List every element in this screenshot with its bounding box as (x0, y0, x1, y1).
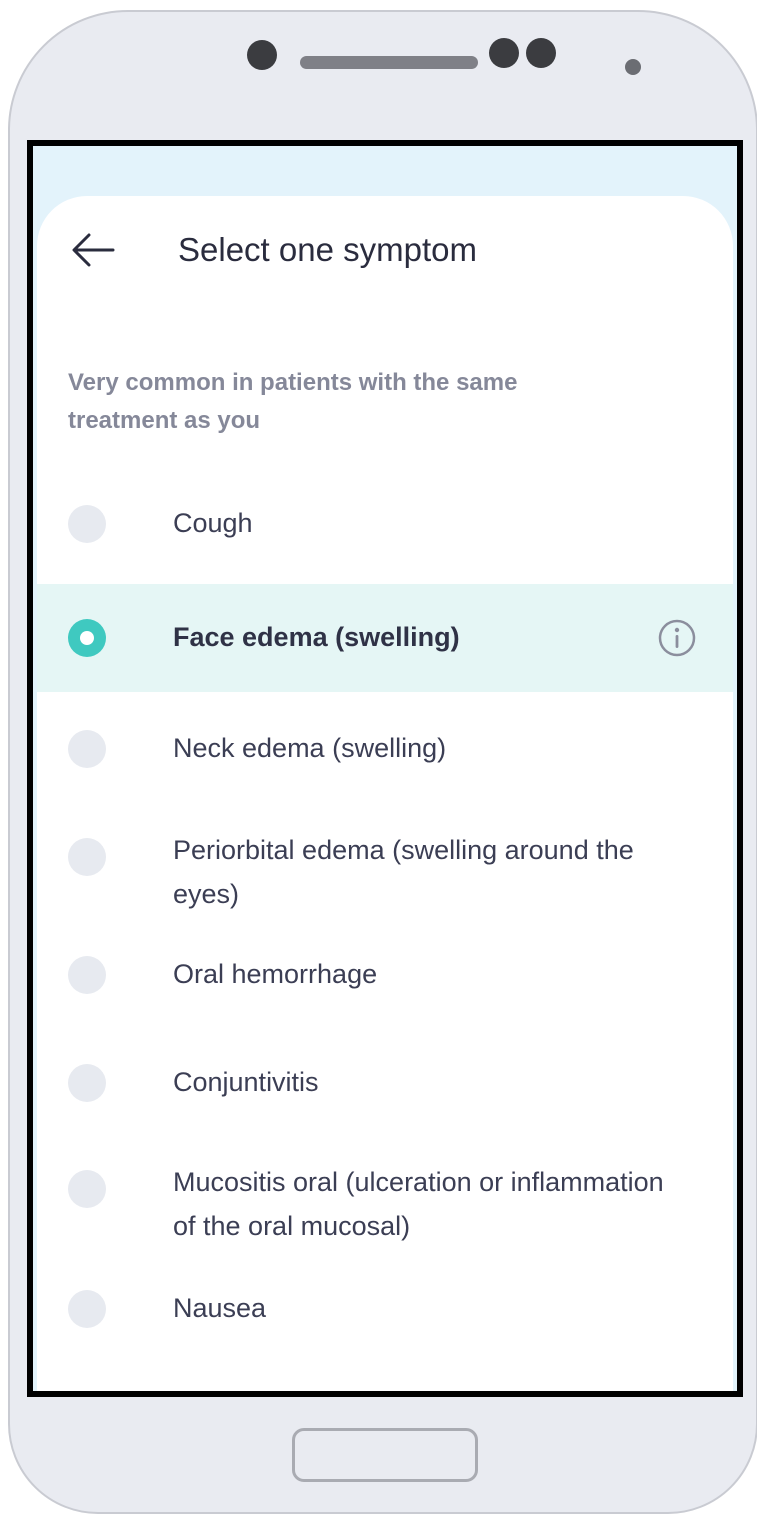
sensor-icon (489, 38, 519, 68)
option-label: Conjuntivitis (173, 1067, 319, 1097)
option-label: Oral hemorrhage (173, 959, 378, 989)
radio-button[interactable] (68, 838, 106, 876)
symptom-option-conjuntivitis[interactable]: Conjuntivitis (37, 1044, 733, 1130)
radio-button-selected[interactable] (68, 619, 106, 657)
speaker-grille (300, 56, 478, 69)
info-circle-icon[interactable] (657, 618, 697, 658)
home-button[interactable] (292, 1428, 478, 1482)
symptom-option-mucositis-oral[interactable]: Mucositis oral (ulceration or inflammati… (37, 1152, 733, 1252)
option-label: Nausea (173, 1293, 267, 1323)
header: Select one symptom (37, 196, 733, 306)
option-label: Neck edema (swelling) (173, 733, 447, 763)
option-label: Face edema (swelling) (173, 622, 460, 652)
app-screen: Select one symptom Very common in patien… (27, 140, 743, 1397)
symptom-option-cough[interactable]: Cough (37, 496, 733, 582)
symptom-option-periorbital-edema[interactable]: Periorbital edema (swelling around the e… (37, 816, 733, 916)
sensor-icon (526, 38, 556, 68)
option-label: Mucositis oral (ulceration or inflammati… (173, 1167, 664, 1241)
page-title: Select one symptom (178, 231, 477, 268)
symptom-option-neck-edema[interactable]: Neck edema (swelling) (37, 710, 733, 796)
radio-button[interactable] (68, 1064, 106, 1102)
arrow-left-icon[interactable] (69, 230, 117, 270)
symptom-option-nausea[interactable]: Nausea (37, 1270, 733, 1356)
proximity-sensor-icon (625, 59, 641, 75)
symptom-option-oral-hemorrhage[interactable]: Oral hemorrhage (37, 936, 733, 1022)
radio-button[interactable] (68, 730, 106, 768)
radio-button[interactable] (68, 505, 106, 543)
radio-button[interactable] (68, 1290, 106, 1328)
option-label: Periorbital edema (swelling around the e… (173, 835, 634, 909)
radio-button[interactable] (68, 956, 106, 994)
option-label: Cough (173, 508, 253, 538)
symptom-option-face-edema[interactable]: Face edema (swelling) (37, 584, 733, 692)
section-label: Very common in patients with the same tr… (68, 369, 518, 434)
symptom-sheet: Select one symptom Very common in patien… (37, 196, 733, 1391)
radio-button[interactable] (68, 1170, 106, 1208)
front-camera-icon (247, 40, 277, 70)
